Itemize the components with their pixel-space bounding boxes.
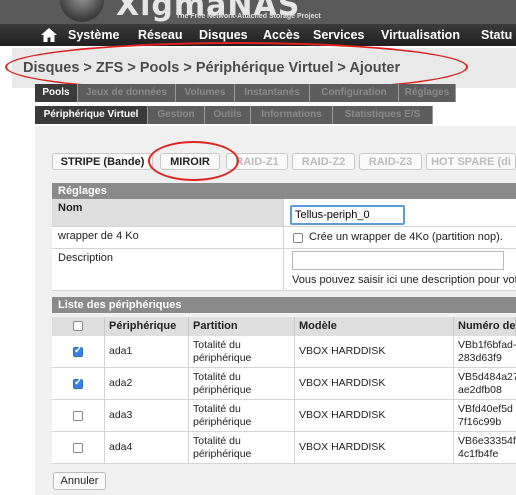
device-cell: ada2 <box>105 368 189 399</box>
device-cell: ada3 <box>105 400 189 431</box>
nav-systeme[interactable]: Système <box>68 28 119 42</box>
nav-reseau[interactable]: Réseau <box>138 28 182 42</box>
column-device: Périphérique <box>105 317 189 336</box>
serial-line-2: 4c1fb4fe <box>458 448 499 460</box>
wrapper-text: Crée un wrapper de 4Ko (partition nop). <box>309 231 503 243</box>
column-partition: Partition <box>189 317 295 336</box>
tab-information[interactable]: Informations <box>251 106 333 124</box>
description-label: Description <box>52 249 284 290</box>
name-input[interactable] <box>290 205 405 225</box>
tab-management[interactable]: Gestion <box>148 106 205 124</box>
tab-virtual-device[interactable]: Périphérique Virtuel <box>35 106 148 124</box>
tab-tools[interactable]: Outils <box>205 106 251 124</box>
raidz2-button[interactable]: RAID-Z2 <box>292 153 355 170</box>
raidz1-button[interactable]: RAID-Z1 <box>226 153 288 170</box>
mirror-button[interactable]: MIROIR <box>160 153 220 170</box>
nav-status[interactable]: Statu <box>481 28 512 42</box>
table-row[interactable]: ada4 Totalité du périphérique VBOX HARDD… <box>52 432 516 464</box>
raidz3-button[interactable]: RAID-Z3 <box>359 153 422 170</box>
tab-io-stats[interactable]: Statistiques E/S <box>333 106 433 124</box>
serial-line-1: VB5d484a27 <box>458 371 516 383</box>
nav-services[interactable]: Services <box>313 28 364 42</box>
tab-volumes[interactable]: Volumes <box>176 84 235 102</box>
stripe-button[interactable]: STRIPE (Bande) <box>52 153 153 170</box>
tab-datasets[interactable]: Jeux de données <box>78 84 176 102</box>
tab-settings[interactable]: Réglages <box>399 84 456 102</box>
nav-disques[interactable]: Disques <box>199 28 248 42</box>
wrapper-label: wrapper de 4 Ko <box>52 227 284 248</box>
tab-configuration[interactable]: Configuration <box>310 84 399 102</box>
serial-cell: VBfd40ef5d 7f16c99b <box>454 400 516 431</box>
device-checkbox[interactable] <box>73 443 83 453</box>
name-label: Nom <box>52 199 284 226</box>
model-cell: VBOX HARDDISK <box>295 432 454 463</box>
serial-cell: VBb1f6bfad- 283d63f9 <box>454 336 516 367</box>
serial-cell: VB6e33354f 4c1fb4fe <box>454 432 516 463</box>
hot-spare-button[interactable]: HOT SPARE (di <box>426 153 516 170</box>
logo-emblem-icon <box>60 0 104 22</box>
top-navigation: Système Réseau Disques Accès Services Vi… <box>0 24 516 46</box>
serial-line-1: VB6e33354f <box>458 435 516 447</box>
tab-snapshots[interactable]: Instantanés <box>235 84 310 102</box>
serial-line-1: VBfd40ef5d <box>458 403 513 415</box>
select-all-checkbox[interactable] <box>73 321 83 331</box>
model-cell: VBOX HARDDISK <box>295 336 454 367</box>
nav-acces[interactable]: Accès <box>263 28 300 42</box>
home-icon[interactable] <box>41 28 57 42</box>
device-checkbox[interactable] <box>73 411 83 421</box>
logo-tagline: The Free Network-Attached Storage Projec… <box>176 13 321 20</box>
serial-line-2: 7f16c99b <box>458 416 502 428</box>
breadcrumb: Disques > ZFS > Pools > Périphérique Vir… <box>23 60 401 76</box>
description-help: Vous pouvez saisir ici une description p… <box>292 274 516 286</box>
partition-cell: Totalité du périphérique <box>189 368 295 399</box>
table-row[interactable]: ada1 Totalité du périphérique VBOX HARDD… <box>52 336 516 368</box>
column-model: Modèle <box>295 317 454 336</box>
settings-header: Réglages <box>52 183 516 199</box>
table-row[interactable]: ada2 Totalité du périphérique VBOX HARDD… <box>52 368 516 400</box>
serial-cell: VB5d484a27 ae2dfb08 <box>454 368 516 399</box>
device-checkbox[interactable] <box>73 345 83 357</box>
cancel-button[interactable]: Annuler <box>53 472 106 490</box>
serial-line-1: VBb1f6bfad- <box>458 339 516 351</box>
devices-header: Liste des périphériques <box>52 297 516 313</box>
name-row: Nom <box>52 199 516 227</box>
model-cell: VBOX HARDDISK <box>295 368 454 399</box>
device-cell: ada1 <box>105 336 189 367</box>
partition-cell: Totalité du périphérique <box>189 400 295 431</box>
tab-pools[interactable]: Pools <box>35 84 78 102</box>
table-row[interactable]: ada3 Totalité du périphérique VBOX HARDD… <box>52 400 516 432</box>
wrapper-checkbox[interactable] <box>293 233 303 243</box>
model-cell: VBOX HARDDISK <box>295 400 454 431</box>
serial-line-2: 283d63f9 <box>458 352 502 364</box>
partition-cell: Totalité du périphérique <box>189 336 295 367</box>
column-serial: Numéro de <box>454 317 516 336</box>
serial-line-2: ae2dfb08 <box>458 384 502 396</box>
nav-virtualisation[interactable]: Virtualisation <box>381 28 460 42</box>
description-input[interactable] <box>292 251 504 270</box>
device-cell: ada4 <box>105 432 189 463</box>
partition-cell: Totalité du périphérique <box>189 432 295 463</box>
logo-bar: XigmaNAS The Free Network-Attached Stora… <box>0 0 516 24</box>
device-checkbox[interactable] <box>73 377 83 389</box>
